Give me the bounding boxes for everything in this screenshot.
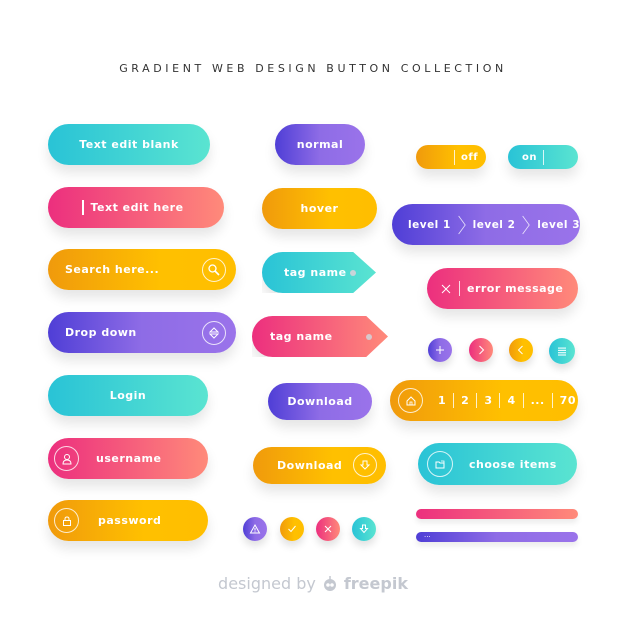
close-icon [324, 525, 332, 533]
normal-label: normal [296, 138, 344, 151]
progress-bar-pink [416, 509, 578, 519]
freepik-logo-icon [323, 575, 336, 591]
username-label: username [96, 452, 162, 465]
page-3[interactable]: 3 [484, 394, 492, 407]
error-message-label: error message [467, 282, 564, 295]
warning-icon [249, 523, 261, 534]
warning-button[interactable] [243, 517, 267, 541]
download-button[interactable]: Download [268, 383, 372, 420]
drop-down-label: Drop down [65, 326, 137, 339]
close-button[interactable] [316, 517, 340, 541]
progress-bar-label: ... [424, 531, 431, 539]
footer-brand: freepik [343, 574, 408, 593]
page-title: GRADIENT WEB DESIGN BUTTON COLLECTION [119, 62, 507, 75]
download-icon-button[interactable]: Download [253, 447, 386, 484]
divider [459, 281, 460, 296]
text-edit-here-input[interactable]: Text edit here [48, 187, 224, 228]
page-2[interactable]: 2 [461, 394, 469, 407]
text-edit-here-label: Text edit here [90, 201, 184, 214]
error-message-bar: error message [427, 268, 578, 309]
download-round-button[interactable] [352, 517, 376, 541]
tag-hole-dot [366, 334, 372, 340]
search-icon[interactable] [202, 258, 226, 282]
plus-icon [436, 346, 444, 354]
breadcrumb-level-2[interactable]: level 2 [473, 219, 516, 231]
check-icon [288, 525, 296, 533]
page-4[interactable]: 4 [507, 394, 515, 407]
chevron-right-icon [479, 345, 485, 355]
toggle-on-label: on [522, 151, 537, 163]
page-1[interactable]: 1 [438, 394, 446, 407]
tag-button-teal[interactable]: tag name [262, 252, 376, 293]
progress-bar-purple: ... [416, 532, 578, 542]
divider [476, 393, 478, 408]
toggle-divider [454, 149, 455, 165]
text-edit-blank-input[interactable]: Text edit blank [48, 124, 210, 165]
hover-label: hover [300, 202, 339, 215]
choose-items-button[interactable]: choose items [418, 443, 577, 485]
divider [453, 393, 455, 408]
toggle-divider [543, 149, 544, 165]
list-icon [558, 347, 566, 356]
up-down-arrows-icon[interactable] [202, 321, 226, 345]
tag-hole-dot [350, 270, 356, 276]
previous-button[interactable] [509, 338, 533, 362]
page-70[interactable]: 70 [560, 394, 576, 407]
toggle-off-label: off [461, 151, 479, 163]
menu-list-button[interactable] [549, 338, 575, 364]
chevron-right-icon [522, 215, 531, 234]
lock-icon [54, 508, 79, 533]
tag-name-label: tag name [284, 266, 347, 279]
password-input[interactable]: password [48, 500, 208, 541]
download-label: Download [277, 459, 343, 472]
login-button[interactable]: Login [48, 375, 208, 416]
toggle-off[interactable]: off [416, 145, 486, 169]
choose-items-label: choose items [469, 457, 557, 471]
home-icon[interactable] [398, 388, 423, 413]
tag-button-pink[interactable]: tag name [252, 316, 388, 357]
chevron-right-icon [458, 215, 466, 234]
password-label: password [98, 514, 162, 527]
next-button[interactable] [469, 338, 493, 362]
breadcrumb: level 1 level 2 level 3 [392, 204, 580, 245]
add-button[interactable] [428, 338, 452, 362]
username-input[interactable]: username [48, 438, 208, 479]
footer-credit: designed by freepik [0, 574, 626, 593]
download-label: Download [287, 395, 353, 408]
normal-button[interactable]: normal [275, 124, 365, 165]
divider [522, 393, 524, 408]
login-label: Login [109, 389, 147, 402]
text-cursor [82, 200, 84, 215]
text-edit-blank-label: Text edit blank [79, 138, 179, 151]
breadcrumb-level-3[interactable]: level 3 [537, 219, 580, 231]
page-ellipsis: ... [530, 394, 545, 407]
breadcrumb-level-1[interactable]: level 1 [408, 219, 451, 231]
tag-name-label: tag name [270, 330, 333, 343]
search-input[interactable]: Search here... [48, 249, 236, 290]
footer-prefix: designed by [218, 574, 316, 593]
folder-icon [427, 451, 453, 477]
divider [499, 393, 501, 408]
search-placeholder: Search here... [65, 263, 160, 276]
user-icon [54, 446, 79, 471]
toggle-on[interactable]: on [508, 145, 578, 169]
chevron-left-icon [517, 345, 523, 355]
check-button[interactable] [280, 517, 304, 541]
close-icon[interactable] [441, 284, 451, 294]
divider [551, 393, 553, 408]
hover-button[interactable]: hover [262, 188, 377, 229]
drop-down-select[interactable]: Drop down [48, 312, 236, 353]
pagination: 1 2 3 4 ... 70 [390, 380, 578, 421]
download-arrow-icon [359, 524, 369, 534]
download-arrow-icon [353, 453, 377, 477]
